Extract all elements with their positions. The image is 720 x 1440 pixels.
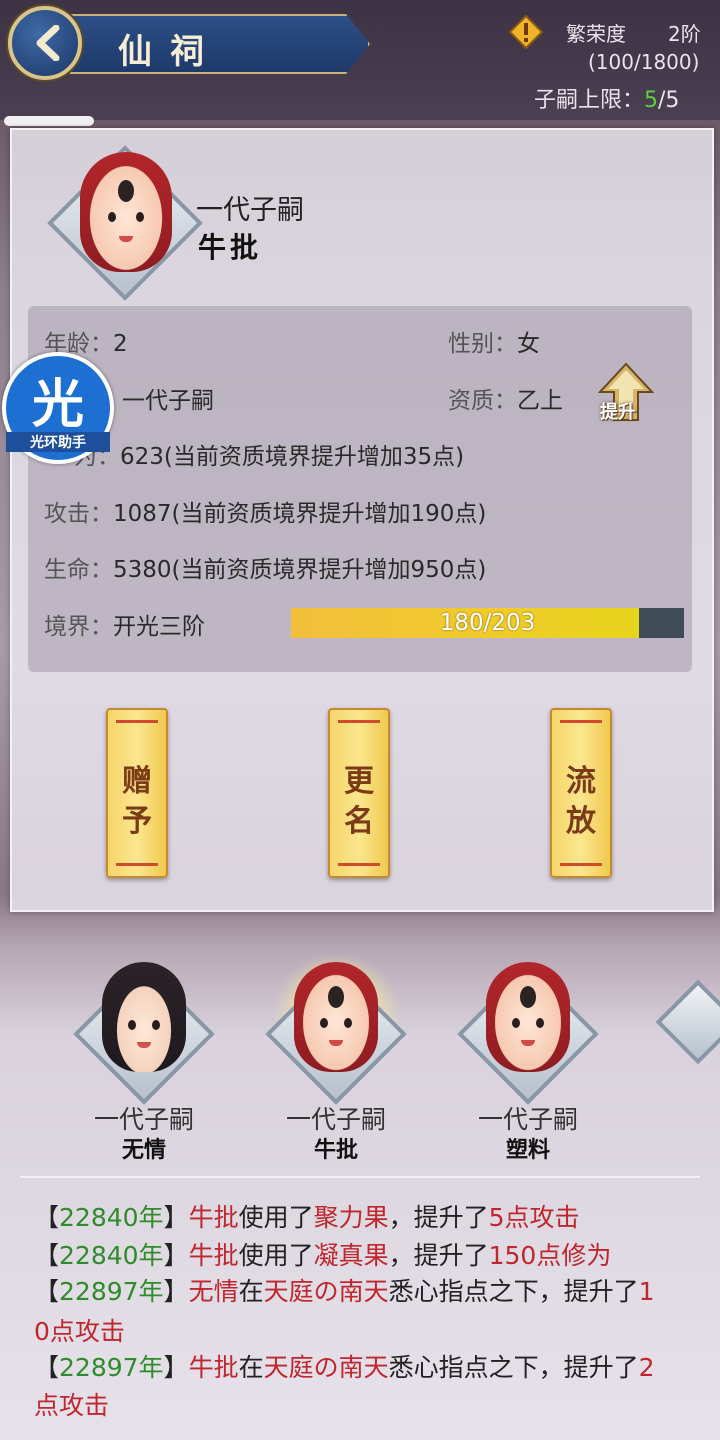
- log-year: 22840年: [59, 1241, 164, 1270]
- hp-label: 生命：: [44, 557, 113, 583]
- realm-label: 境界：: [44, 614, 113, 640]
- heir-list-item[interactable]: 一代子嗣 塑料: [448, 962, 608, 1163]
- heir-limit-total: /5: [658, 88, 680, 113]
- log-item: 聚力果: [313, 1203, 389, 1232]
- watermark-badge[interactable]: 光 光环助手: [2, 352, 114, 464]
- attack-label: 攻击：: [44, 501, 113, 527]
- panel-tab: [4, 116, 94, 126]
- exp-progress-bar: 180/203: [291, 608, 684, 638]
- log-item: 天庭の南天: [263, 1277, 389, 1306]
- page-title: 仙祠: [118, 32, 222, 72]
- prosperity-value: (100/1800): [588, 50, 700, 74]
- attack-value: 1087(当前资质境界提升增加190点): [113, 501, 487, 527]
- watermark-small-text: 光环助手: [6, 432, 110, 452]
- log-gain: 2: [638, 1353, 655, 1382]
- attack-row: 攻击：1087(当前资质境界提升增加190点): [44, 494, 486, 528]
- age-value: 2: [113, 331, 128, 357]
- heir-generation: 一代子嗣: [285, 1105, 386, 1134]
- log-line-continued: 0点攻击: [34, 1312, 125, 1348]
- log-year: 22897年: [59, 1277, 164, 1306]
- aptitude-row: 资质：乙上: [448, 381, 563, 415]
- exile-label-top: 流: [566, 764, 596, 799]
- log-line: 【22840年】牛批使用了聚力果，提升了5点攻击: [34, 1203, 580, 1232]
- exp-progress-text: 180/203: [439, 610, 536, 636]
- heir-name: 无情: [121, 1137, 166, 1163]
- realm-value: 开光三阶: [113, 614, 205, 640]
- watermark-big-text: 光: [31, 375, 84, 435]
- log-line: 【22897年】牛批在天庭の南天悉心指点之下，提升了2: [34, 1353, 655, 1382]
- heir-name: 牛批: [198, 231, 263, 264]
- back-button[interactable]: [8, 6, 82, 80]
- heir-limit-label: 子嗣上限：: [534, 88, 645, 113]
- rename-button[interactable]: 更名: [328, 708, 390, 878]
- heir-avatar: [102, 962, 186, 1072]
- next-heir-partial-frame[interactable]: [655, 979, 720, 1065]
- log-item: 天庭の南天: [263, 1353, 389, 1382]
- gender-label: 性别：: [448, 331, 517, 357]
- log-who: 牛批: [188, 1203, 239, 1232]
- exile-button[interactable]: 流放: [550, 708, 612, 878]
- heir-generation: 一代子嗣: [93, 1105, 194, 1134]
- hp-value: 5380(当前资质境界提升增加950点): [113, 557, 487, 583]
- heir-list-item[interactable]: 一代子嗣 无情: [64, 962, 224, 1163]
- log-who: 无情: [188, 1277, 239, 1306]
- warning-diamond-icon[interactable]: [508, 14, 544, 50]
- heir-generation: 一代子嗣: [477, 1105, 578, 1134]
- log-who: 牛批: [188, 1241, 239, 1270]
- heir-name: 塑料: [505, 1137, 550, 1163]
- aptitude-value: 乙上: [517, 388, 563, 414]
- log-year: 22840年: [59, 1203, 164, 1232]
- log-line: 【22840年】牛批使用了凝真果，提升了150点修为: [34, 1241, 612, 1270]
- log-gain: 150点修为: [488, 1241, 612, 1270]
- aptitude-label: 资质：: [448, 388, 517, 414]
- log-gain: 点攻击: [34, 1391, 110, 1420]
- cultivation-value: 623(当前资质境界提升增加35点): [120, 444, 465, 470]
- gift-button[interactable]: 赠予: [106, 708, 168, 878]
- rename-label-top: 更: [344, 764, 374, 799]
- log-gain: 1: [638, 1277, 655, 1306]
- heir-name: 牛批: [313, 1137, 358, 1163]
- divider: [20, 1176, 700, 1178]
- log-gain: 0点攻击: [34, 1317, 125, 1346]
- log-line-continued: 点攻击: [34, 1386, 109, 1422]
- cultivation-row: 为：623(当前资质境界提升增加35点): [74, 437, 464, 471]
- hp-row: 生命：5380(当前资质境界提升增加950点): [44, 550, 486, 584]
- realm-row: 境界：开光三阶: [44, 607, 205, 641]
- type-value: 一代子嗣: [122, 388, 214, 414]
- gift-label-bottom: 予: [122, 804, 152, 839]
- log-year: 22897年: [59, 1353, 164, 1382]
- gift-label-top: 赠: [122, 764, 152, 799]
- heir-generation: 一代子嗣: [196, 195, 304, 226]
- chevron-left-icon: [36, 25, 60, 61]
- heir-limit: 子嗣上限：5/5: [534, 82, 679, 114]
- prosperity-label: 繁荣度: [566, 22, 626, 46]
- heir-avatar: [486, 962, 570, 1072]
- upgrade-label[interactable]: 提升: [600, 398, 636, 424]
- heir-avatar: [294, 962, 378, 1072]
- gender-value: 女: [517, 331, 540, 357]
- log-item: 凝真果: [313, 1241, 389, 1270]
- log-line: 【22897年】无情在天庭の南天悉心指点之下，提升了1: [34, 1277, 655, 1306]
- log-gain: 5点攻击: [488, 1203, 580, 1232]
- exile-label-bottom: 放: [566, 804, 596, 839]
- rename-label-bottom: 名: [344, 804, 374, 839]
- heir-list-item-selected[interactable]: 一代子嗣 牛批: [256, 952, 416, 1163]
- portrait-avatar: [80, 152, 172, 272]
- prosperity-level: 2阶: [668, 22, 701, 46]
- log-who: 牛批: [188, 1353, 239, 1382]
- gender-row: 性别：女: [448, 324, 540, 358]
- heir-limit-current: 5: [644, 88, 659, 113]
